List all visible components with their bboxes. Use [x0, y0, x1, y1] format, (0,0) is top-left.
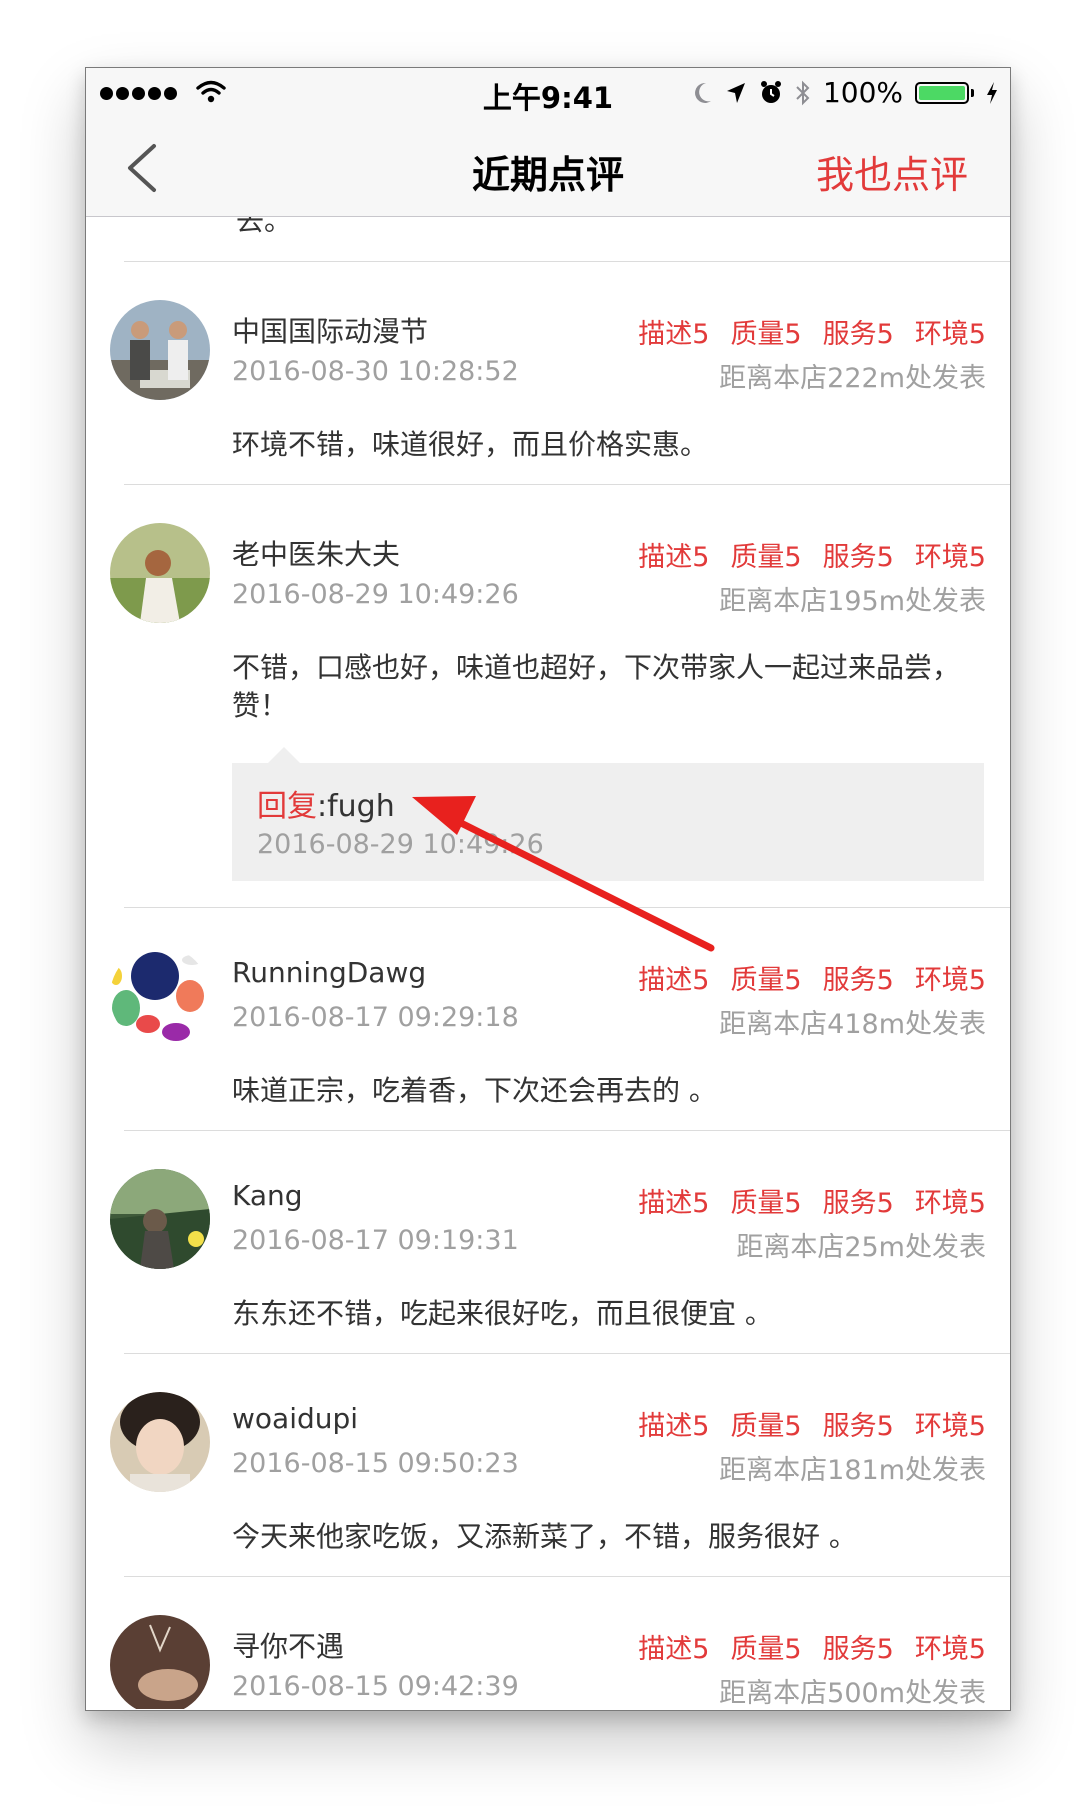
review-comment: 东东还不错，吃起来很好吃，而且很便宜 。 — [232, 1297, 773, 1330]
rating-description: 描述5 — [638, 965, 710, 996]
battery-tip — [971, 88, 974, 97]
avatar[interactable] — [110, 1392, 210, 1492]
rating-tags: 描述5 质量5 服务5 环境5 — [638, 1181, 986, 1220]
battery-icon — [915, 81, 969, 104]
review-list[interactable]: 去。 中国国际动漫节 2016-08-30 10:28:52 描述5 质量5 服… — [86, 217, 1010, 1709]
user-name: 寻你不遇 — [232, 1630, 345, 1663]
review-time: 2016-08-15 09:42:39 — [232, 1671, 519, 1702]
review-time: 2016-08-29 10:49:26 — [232, 579, 519, 610]
rating-service: 服务5 — [822, 1634, 894, 1665]
reply-label: 回复 — [257, 789, 317, 824]
review-item[interactable]: RunningDawg 2016-08-17 09:29:18 描述5 质量5 … — [110, 907, 1010, 1130]
rating-environment: 环境5 — [914, 965, 986, 996]
charging-bolt-icon — [987, 81, 997, 104]
avatar[interactable] — [110, 523, 210, 623]
user-name: RunningDawg — [232, 956, 427, 989]
rating-service: 服务5 — [822, 319, 894, 350]
avatar[interactable] — [110, 1615, 210, 1709]
distance-text: 距离本店181m处发表 — [719, 1455, 986, 1486]
rating-quality: 质量5 — [730, 319, 802, 350]
review-time: 2016-08-17 09:19:31 — [232, 1225, 519, 1256]
review-item[interactable]: woaidupi 2016-08-15 09:50:23 描述5 质量5 服务5… — [110, 1353, 1010, 1576]
rating-description: 描述5 — [638, 542, 710, 573]
bluetooth-icon — [796, 80, 810, 105]
review-time: 2016-08-15 09:50:23 — [232, 1448, 519, 1479]
rating-tags: 描述5 质量5 服务5 环境5 — [638, 312, 986, 351]
rating-environment: 环境5 — [914, 319, 986, 350]
rating-service: 服务5 — [822, 542, 894, 573]
battery-percent: 100% — [822, 76, 903, 109]
review-item[interactable]: 中国国际动漫节 2016-08-30 10:28:52 描述5 质量5 服务5 … — [110, 261, 1010, 484]
rating-environment: 环境5 — [914, 1188, 986, 1219]
rating-description: 描述5 — [638, 1411, 710, 1442]
rating-quality: 质量5 — [730, 1188, 802, 1219]
distance-text: 距离本店195m处发表 — [719, 586, 986, 617]
rating-quality: 质量5 — [730, 542, 802, 573]
user-name: Kang — [232, 1179, 303, 1212]
review-time: 2016-08-30 10:28:52 — [232, 356, 519, 387]
rating-quality: 质量5 — [730, 965, 802, 996]
write-review-button[interactable]: 我也点评 — [816, 144, 968, 199]
review-comment: 今天来他家吃饭，又添新菜了，不错，服务很好 。 — [232, 1520, 857, 1553]
user-name: 中国国际动漫节 — [232, 315, 429, 348]
alarm-clock-icon — [760, 80, 781, 103]
rating-environment: 环境5 — [914, 1411, 986, 1442]
moon-icon — [694, 82, 711, 103]
rating-description: 描述5 — [638, 319, 710, 350]
reply-time: 2016-08-29 10:49:26 — [257, 829, 544, 860]
battery-fill — [919, 85, 965, 100]
rating-service: 服务5 — [822, 1188, 894, 1219]
rating-description: 描述5 — [638, 1188, 710, 1219]
merchant-reply: 回复:fugh 2016-08-29 10:49:26 — [232, 747, 984, 881]
rating-tags: 描述5 质量5 服务5 环境5 — [638, 1627, 986, 1666]
rating-service: 服务5 — [822, 1411, 894, 1442]
review-item[interactable]: 老中医朱大夫 2016-08-29 10:49:26 描述5 质量5 服务5 环… — [110, 484, 1010, 907]
avatar[interactable] — [110, 946, 210, 1046]
distance-text: 距离本店25m处发表 — [736, 1232, 986, 1263]
avatar[interactable] — [110, 300, 210, 400]
review-comment: 味道正宗，吃着香，下次还会再去的 。 — [232, 1074, 717, 1107]
rating-environment: 环境5 — [914, 1634, 986, 1665]
rating-tags: 描述5 质量5 服务5 环境5 — [638, 535, 986, 574]
navigation-bar: 近期点评 我也点评 — [86, 120, 1010, 217]
review-item[interactable]: 寻你不遇 2016-08-15 09:42:39 描述5 质量5 服务5 环境5… — [110, 1576, 1010, 1709]
review-item[interactable]: Kang 2016-08-17 09:19:31 描述5 质量5 服务5 环境5… — [110, 1130, 1010, 1353]
rating-service: 服务5 — [822, 965, 894, 996]
rating-quality: 质量5 — [730, 1411, 802, 1442]
rating-environment: 环境5 — [914, 542, 986, 573]
reply-line: 回复:fugh — [257, 781, 395, 825]
review-comment: 环境不错，味道很好，而且价格实惠。 — [232, 428, 709, 461]
reply-text: :fugh — [317, 789, 395, 824]
status-right: 100% — [693, 76, 998, 109]
user-name: woaidupi — [232, 1402, 359, 1435]
rating-tags: 描述5 质量5 服务5 环境5 — [638, 1404, 986, 1443]
avatar[interactable] — [110, 1169, 210, 1269]
user-name: 老中医朱大夫 — [232, 538, 401, 571]
rating-quality: 质量5 — [730, 1634, 802, 1665]
rating-description: 描述5 — [638, 1634, 710, 1665]
distance-text: 距离本店222m处发表 — [719, 363, 986, 394]
status-bar: 上午9:41 100% — [86, 68, 1010, 120]
rating-tags: 描述5 质量5 服务5 环境5 — [638, 958, 986, 997]
reply-caret — [268, 747, 300, 763]
location-arrow-icon — [726, 82, 745, 103]
reviews-container: 中国国际动漫节 2016-08-30 10:28:52 描述5 质量5 服务5 … — [86, 261, 1010, 1709]
distance-text: 距离本店418m处发表 — [719, 1009, 986, 1040]
review-comment: 不错，口感也好，味道也超好，下次带家人一起过来品尝，赞！ — [232, 651, 961, 722]
previous-comment-tail: 去。 — [236, 217, 293, 237]
distance-text: 距离本店500m处发表 — [719, 1678, 986, 1709]
review-time: 2016-08-17 09:29:18 — [232, 1002, 519, 1033]
phone-screen: 上午9:41 100% 近期点评 我也点评 去。 中国国际动漫节 2016-08… — [85, 67, 1011, 1711]
